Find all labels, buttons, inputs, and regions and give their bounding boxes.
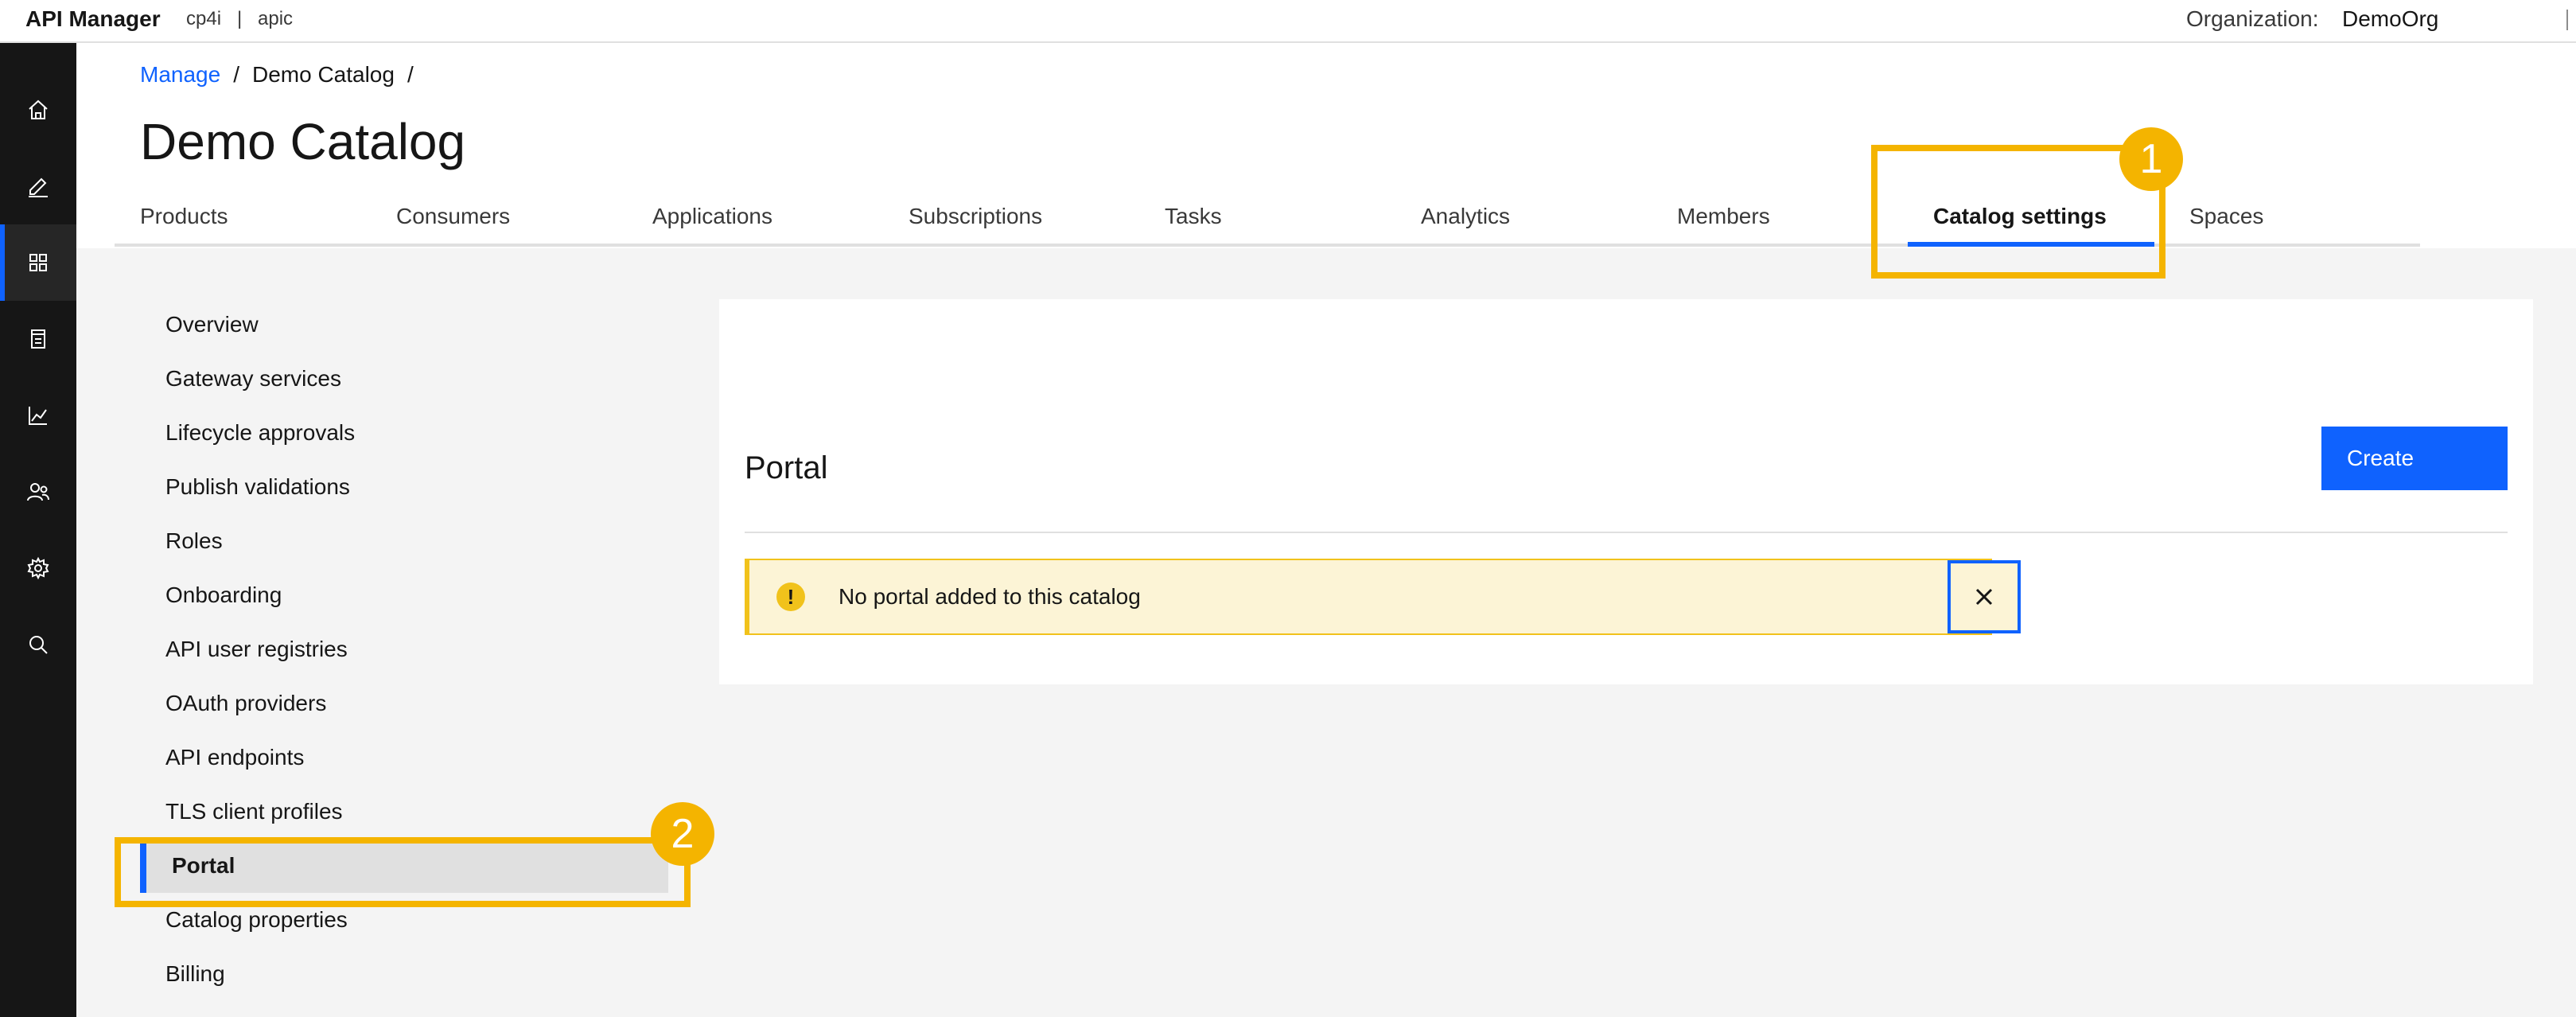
portal-panel: Portal Create ! No portal added to this … <box>719 299 2533 684</box>
tab-subscriptions[interactable]: Subscriptions <box>909 204 1042 245</box>
chart-icon[interactable] <box>0 377 76 454</box>
side-navigation <box>0 43 76 1017</box>
settings-nav-lifecycle-approvals[interactable]: Lifecycle approvals <box>165 420 355 446</box>
env-separator: | <box>237 8 243 29</box>
edit-icon[interactable] <box>0 148 76 224</box>
settings-nav-onboarding[interactable]: Onboarding <box>165 583 282 608</box>
tab-members[interactable]: Members <box>1677 204 1770 245</box>
settings-nav-billing[interactable]: Billing <box>165 961 225 987</box>
tab-tasks[interactable]: Tasks <box>1165 204 1222 245</box>
home-icon[interactable] <box>0 72 76 148</box>
portal-section-title: Portal <box>745 450 828 485</box>
settings-nav-catalog-properties[interactable]: Catalog properties <box>165 907 348 933</box>
tab-analytics[interactable]: Analytics <box>1421 204 1510 245</box>
create-button[interactable]: Create <box>2321 427 2508 490</box>
topbar-edge-divider <box>2566 10 2568 30</box>
settings-nav-publish-validations[interactable]: Publish validations <box>165 474 350 500</box>
breadcrumb-manage-link[interactable]: Manage <box>140 62 220 87</box>
close-icon[interactable] <box>1948 560 2021 633</box>
settings-nav-oauth-providers[interactable]: OAuth providers <box>165 691 326 716</box>
callout-badge-1: 1 <box>2119 127 2183 191</box>
tab-consumers[interactable]: Consumers <box>396 204 510 245</box>
env-cp4i: cp4i <box>186 8 222 29</box>
warning-icon: ! <box>776 583 805 611</box>
breadcrumb-separator: / <box>233 62 239 87</box>
notification-message: No portal added to this catalog <box>839 584 1141 609</box>
breadcrumb-separator: / <box>407 62 414 87</box>
settings-nav-api-user-registries[interactable]: API user registries <box>165 637 348 662</box>
gear-icon[interactable] <box>0 530 76 606</box>
settings-nav-tls-client-profiles[interactable]: TLS client profiles <box>165 799 343 824</box>
warning-notification: ! No portal added to this catalog <box>745 559 2021 635</box>
organization-label: Organization: <box>2186 6 2319 31</box>
grid-icon[interactable] <box>0 224 76 301</box>
settings-nav-roles[interactable]: Roles <box>165 528 223 554</box>
document-icon[interactable] <box>0 301 76 377</box>
search-icon[interactable] <box>0 606 76 683</box>
breadcrumb-demo-catalog[interactable]: Demo Catalog <box>252 62 395 87</box>
callout-box-2 <box>115 837 691 907</box>
tab-applications[interactable]: Applications <box>652 204 772 245</box>
settings-nav-api-endpoints[interactable]: API endpoints <box>165 745 304 770</box>
app-title[interactable]: API Manager <box>25 6 161 32</box>
env-apic: apic <box>258 8 294 29</box>
settings-nav-gateway-services[interactable]: Gateway services <box>165 366 341 392</box>
top-bar: API Manager cp4i | apic Organization: De… <box>0 0 2576 43</box>
settings-nav-overview[interactable]: Overview <box>165 312 259 337</box>
page-title: Demo Catalog <box>140 113 466 170</box>
tab-products[interactable]: Products <box>140 204 228 245</box>
breadcrumb: Manage / Demo Catalog / <box>140 62 426 88</box>
callout-badge-2: 2 <box>651 802 714 866</box>
tab-spaces[interactable]: Spaces <box>2189 204 2263 245</box>
section-divider <box>745 532 2508 533</box>
organization-selector[interactable]: DemoOrg <box>2342 6 2438 32</box>
users-icon[interactable] <box>0 454 76 530</box>
